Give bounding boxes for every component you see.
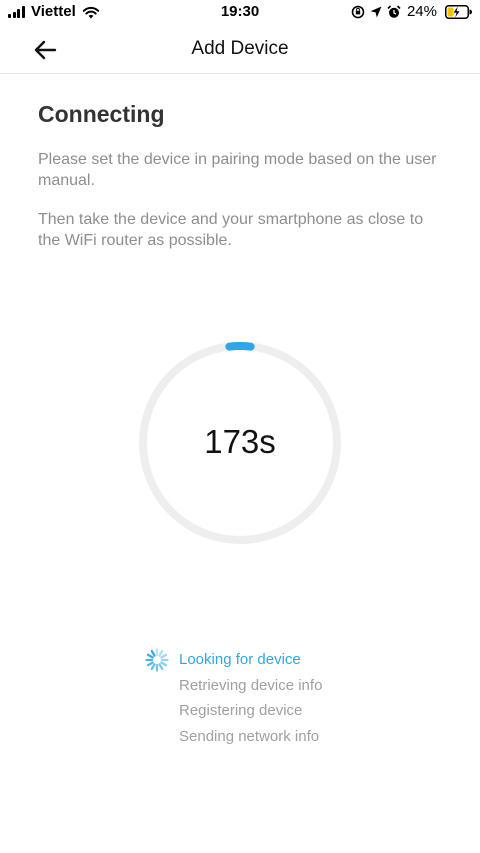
battery-percentage: 24% [406,3,437,20]
spinner-tick [160,653,168,659]
progress-ring-arc [225,342,255,351]
page-title: Add Device [191,38,289,59]
step-registering-device: Registering device [145,698,322,724]
step-label: Retrieving device info [179,676,323,694]
spinner-tick [158,663,164,671]
spinner-tick [150,649,156,657]
spinner-tick [150,663,156,671]
countdown-progress-ring: 173s [138,341,342,545]
step-label: Looking for device [179,651,301,668]
battery-charging-icon [445,4,472,19]
step-looking-for-device: Looking for device [145,647,322,673]
proximity-instruction: Then take the device and your smartphone… [38,211,424,249]
screen-lock-rotation-icon [351,5,365,19]
spinner-tick [146,653,154,659]
spinner-tick [146,661,154,667]
location-arrow-icon [370,6,382,18]
step-label: Registering device [179,702,303,719]
pairing-instruction: Please set the device in pairing mode ba… [38,151,437,189]
step-label: Sending network info [179,727,320,745]
loading-spinner-icon [145,648,169,672]
connecting-heading: Connecting [38,101,165,127]
step-sending-network-info: Sending network info [145,724,322,750]
spinner-tick [160,661,168,667]
countdown-timer: 173s [204,423,276,460]
step-retrieving-device-info: Retrieving device info [145,673,322,699]
pairing-steps-list: Looking for device Retrieving device inf… [145,647,322,749]
status-bar: Viettel 19:30 24% [0,0,480,26]
spinner-tick [158,649,164,657]
navigation-bar: Add Device [0,26,480,74]
status-bar-right: 24% [346,3,472,20]
alarm-clock-icon [387,4,401,19]
